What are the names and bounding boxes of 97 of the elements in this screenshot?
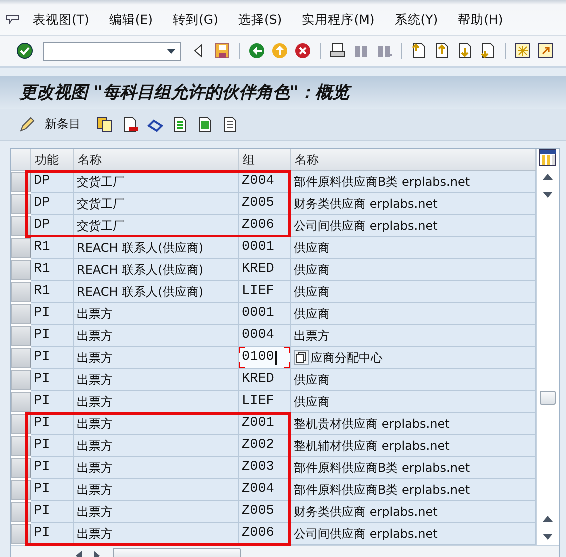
table-cell: 部件原料供应商B类 erplabs.net bbox=[294, 176, 470, 188]
dropdown-caret-icon[interactable] bbox=[167, 48, 176, 54]
table-cell: 公司间供应商 erplabs.net bbox=[294, 528, 438, 540]
table-cell: 供应商 bbox=[294, 308, 330, 320]
new-session-icon[interactable] bbox=[514, 42, 532, 60]
table-cell: 供应商 bbox=[294, 374, 330, 386]
table-cell: 部件原料供应商B类 erplabs.net bbox=[294, 462, 470, 474]
cancel-icon[interactable] bbox=[294, 42, 312, 60]
table-cell: 公司间供应商 erplabs.net bbox=[294, 220, 438, 232]
input-field[interactable]: 0100 bbox=[239, 347, 291, 369]
menu-icon[interactable] bbox=[6, 14, 20, 26]
table-cell: DP bbox=[31, 215, 74, 237]
table-cell: LIEF bbox=[239, 391, 291, 413]
print-icon[interactable] bbox=[329, 42, 347, 60]
table-cell: 出票方 bbox=[74, 501, 239, 523]
up-arrow-icon bbox=[543, 516, 553, 522]
table-cell: 出票方 bbox=[294, 330, 330, 342]
table-cell: 交货工厂 bbox=[74, 193, 239, 215]
menu-item[interactable]: 实用程序(M) bbox=[295, 12, 382, 29]
table-cell: 整机贵材供应商 erplabs.net bbox=[294, 418, 450, 430]
table-cell: 0001 bbox=[239, 303, 291, 325]
column-settings-icon[interactable] bbox=[539, 149, 557, 167]
table-cell: PI bbox=[31, 391, 74, 413]
table-cell: REACH 联系人(供应商) bbox=[74, 237, 239, 259]
down-arrow-icon bbox=[543, 192, 553, 198]
table-cell: R1 bbox=[31, 259, 74, 281]
table-cell: REACH 联系人(供应商) bbox=[74, 259, 239, 281]
table-cell: 财务类供应商 erplabs.net bbox=[294, 506, 438, 518]
table-cell: 出票方 bbox=[74, 457, 239, 479]
table-cell: 出票方 bbox=[74, 391, 239, 413]
down-arrow-icon bbox=[543, 534, 553, 540]
scroll-thumb[interactable] bbox=[540, 391, 556, 405]
table-cell: Z004 bbox=[239, 479, 291, 501]
table-cell: 出票方 bbox=[74, 347, 239, 369]
table-cell: Z005 bbox=[239, 193, 291, 215]
table-cell: 供应商 bbox=[294, 396, 330, 408]
table-cell: PI bbox=[31, 435, 74, 457]
table-cell: PI bbox=[31, 303, 74, 325]
table-cell: PI bbox=[31, 501, 74, 523]
save-icon[interactable] bbox=[213, 42, 231, 60]
copy-icon[interactable] bbox=[96, 116, 114, 134]
first-page-icon[interactable] bbox=[410, 42, 428, 60]
column-header[interactable]: 名称 bbox=[74, 149, 239, 170]
table-cell: 出票方 bbox=[74, 325, 239, 347]
column-header[interactable]: 组 bbox=[239, 149, 291, 170]
table-cell: PI bbox=[31, 523, 74, 545]
table-cell: 0001 bbox=[239, 237, 291, 259]
table-cell: PI bbox=[31, 479, 74, 501]
last-page-icon[interactable] bbox=[479, 42, 497, 60]
back-icon[interactable] bbox=[248, 42, 266, 60]
table-cell: 0004 bbox=[239, 325, 291, 347]
menu-item[interactable]: 转到(G) bbox=[166, 12, 226, 29]
table-cell: Z003 bbox=[239, 457, 291, 479]
table-cell: 供应商 bbox=[294, 242, 330, 254]
menu-item[interactable]: 选择(S) bbox=[232, 12, 290, 29]
menu-item[interactable]: 编辑(E) bbox=[102, 12, 160, 29]
value-help-button[interactable] bbox=[294, 350, 309, 365]
menu-item[interactable]: 帮助(H) bbox=[451, 12, 510, 29]
table-cell: 应商分配中心 bbox=[311, 352, 383, 364]
up-arrow-icon bbox=[543, 174, 553, 180]
table-cell: 出票方 bbox=[74, 413, 239, 435]
column-header[interactable]: 功能 bbox=[31, 149, 74, 170]
table-cell: 交货工厂 bbox=[74, 171, 239, 193]
table-cell: DP bbox=[31, 193, 74, 215]
table-cell: PI bbox=[31, 413, 74, 435]
table-cell: 供应商 bbox=[294, 286, 330, 298]
new-entries-button[interactable]: 新条目 bbox=[43, 116, 89, 133]
table-cell: 供应商 bbox=[294, 264, 330, 276]
screen-title: 更改视图 "每科目组允许的伙伴角色"：概览 bbox=[20, 82, 350, 104]
table-cell: 交货工厂 bbox=[74, 215, 239, 237]
table-cell: 出票方 bbox=[74, 523, 239, 545]
table-cell: Z005 bbox=[239, 501, 291, 523]
table-cell: KRED bbox=[239, 259, 291, 281]
table-cell: PI bbox=[31, 457, 74, 479]
table-cell: LIEF bbox=[239, 281, 291, 303]
check-icon[interactable] bbox=[16, 42, 34, 60]
table-cell: REACH 联系人(供应商) bbox=[74, 281, 239, 303]
table-cell: 整机辅材供应商 erplabs.net bbox=[294, 440, 450, 452]
table-cell: R1 bbox=[31, 237, 74, 259]
table-cell: R1 bbox=[31, 281, 74, 303]
table-cell: PI bbox=[31, 369, 74, 391]
table-cell: KRED bbox=[239, 369, 291, 391]
table-cell: PI bbox=[31, 325, 74, 347]
table-cell: 出票方 bbox=[74, 479, 239, 501]
table-cell: Z002 bbox=[239, 435, 291, 457]
table-cell: 财务类供应商 erplabs.net bbox=[294, 198, 438, 210]
table-cell: 出票方 bbox=[74, 435, 239, 457]
shortcut-icon[interactable] bbox=[537, 42, 555, 60]
table-cell: 出票方 bbox=[74, 303, 239, 325]
pencil-icon[interactable] bbox=[18, 116, 36, 134]
table-cell: DP bbox=[31, 171, 74, 193]
table-cell: 出票方 bbox=[74, 369, 239, 391]
menu-item[interactable]: 系统(Y) bbox=[388, 12, 446, 29]
command-field[interactable] bbox=[43, 42, 181, 60]
menu-item[interactable]: 表视图(T) bbox=[26, 12, 96, 29]
table-cell: 部件原料供应商B类 erplabs.net bbox=[294, 484, 470, 496]
table-cell: PI bbox=[31, 347, 74, 369]
